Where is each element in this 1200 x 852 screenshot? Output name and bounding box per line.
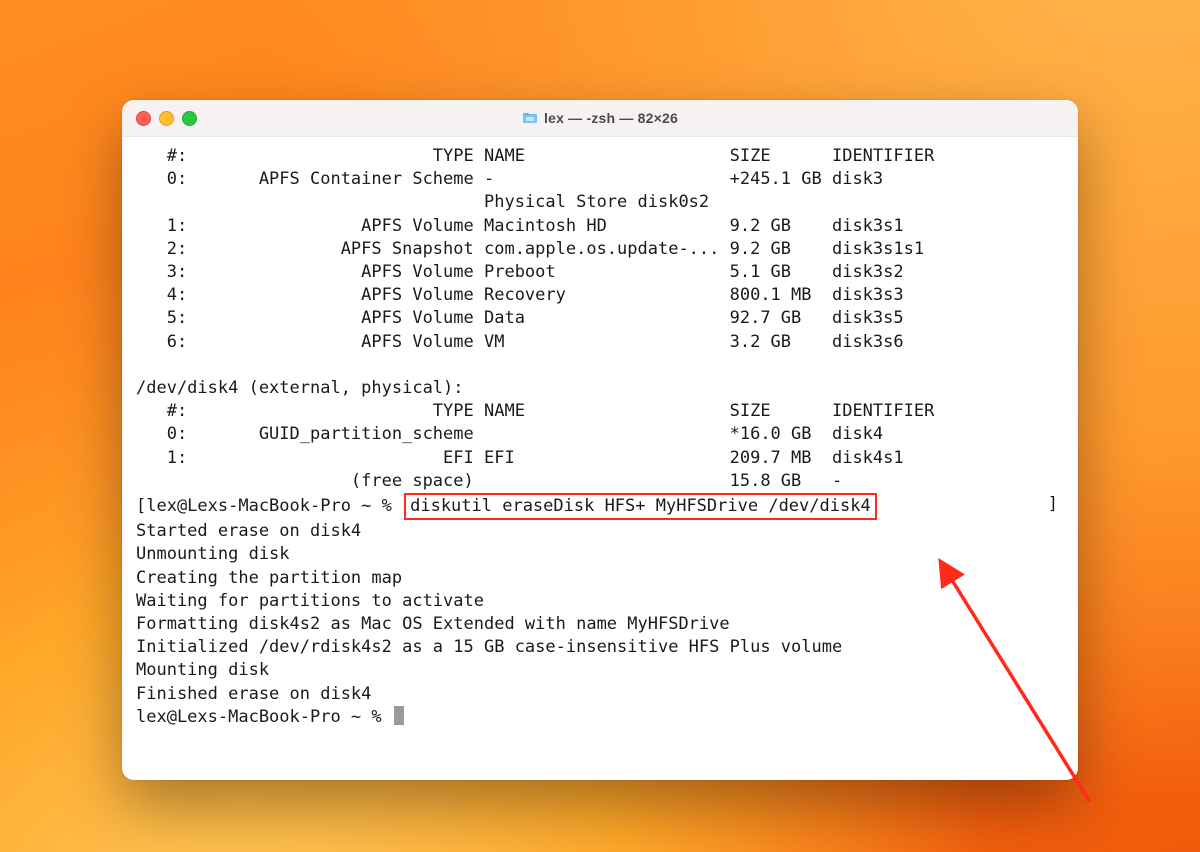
output-line: Finished erase on disk4	[136, 683, 1064, 706]
cursor-icon	[394, 706, 404, 725]
output-line: Waiting for partitions to activate	[136, 590, 1064, 613]
output-line: Started erase on disk4	[136, 520, 1064, 543]
output-line: Mounting disk	[136, 659, 1064, 682]
traffic-lights	[136, 111, 197, 126]
terminal-content[interactable]: #: TYPE NAME SIZE IDENTIFIER 0: APFS Con…	[122, 137, 1078, 743]
window-titlebar[interactable]: lex — -zsh — 82×26	[122, 100, 1078, 137]
output-line: Unmounting disk	[136, 543, 1064, 566]
close-icon[interactable]	[136, 111, 151, 126]
maximize-icon[interactable]	[182, 111, 197, 126]
line-end-bracket: ]	[1048, 493, 1058, 516]
output-line: Initialized /dev/rdisk4s2 as a 15 GB cas…	[136, 636, 1064, 659]
minimize-icon[interactable]	[159, 111, 174, 126]
shell-prompt: lex@Lexs-MacBook-Pro ~ %	[136, 707, 392, 727]
folder-icon	[522, 110, 538, 126]
shell-prompt: [lex@Lexs-MacBook-Pro ~ %	[136, 496, 402, 516]
window-title: lex — -zsh — 82×26	[544, 110, 678, 126]
output-line: Creating the partition map	[136, 567, 1064, 590]
terminal-window: lex — -zsh — 82×26 #: TYPE NAME SIZE IDE…	[122, 100, 1078, 780]
output-line: Formatting disk4s2 as Mac OS Extended wi…	[136, 613, 1064, 636]
highlighted-command: diskutil eraseDisk HFS+ MyHFSDrive /dev/…	[404, 493, 877, 520]
desktop-background: lex — -zsh — 82×26 #: TYPE NAME SIZE IDE…	[0, 0, 1200, 852]
